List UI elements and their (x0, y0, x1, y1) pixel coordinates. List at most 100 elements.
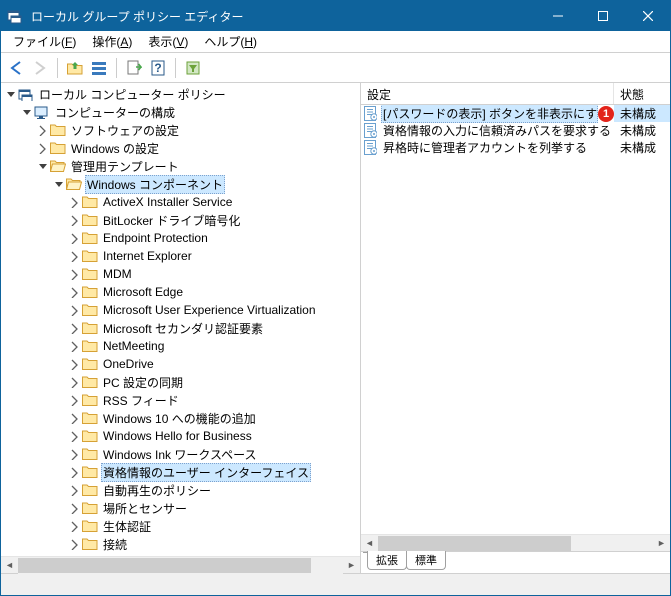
tree-item-10[interactable]: PC 設定の同期 (1, 373, 360, 391)
closed-icon (82, 357, 98, 371)
expand-icon[interactable] (67, 231, 82, 246)
expand-icon[interactable] (67, 393, 82, 408)
toolbar (1, 53, 670, 83)
expand-icon[interactable] (67, 375, 82, 390)
collapse-icon[interactable] (51, 177, 66, 192)
menu-file[interactable]: ファイル(F) (5, 31, 84, 52)
tree-label: MDM (101, 267, 134, 281)
tree-item-8[interactable]: NetMeeting (1, 337, 360, 355)
expand-icon[interactable] (67, 213, 82, 228)
list-mode-button[interactable] (88, 57, 110, 79)
closed-icon (82, 537, 98, 551)
tree-label: Microsoft Edge (101, 285, 185, 299)
menu-help[interactable]: ヘルプ(H) (196, 31, 265, 52)
forward-button[interactable] (29, 57, 51, 79)
expand-icon[interactable] (67, 501, 82, 516)
collapse-icon[interactable] (19, 105, 34, 120)
menubar: ファイル(F) 操作(A) 表示(V) ヘルプ(H) (1, 31, 670, 53)
tree-item-12[interactable]: Windows 10 への機能の追加 (1, 409, 360, 427)
policy-row-0[interactable]: [パスワードの表示] ボタンを非表示にする1未構成 (361, 105, 670, 122)
tree-label: ソフトウェアの設定 (69, 122, 181, 139)
closed-icon (82, 429, 98, 443)
maximize-button[interactable] (580, 1, 625, 31)
closed-icon (82, 393, 98, 407)
policy-row-state: 未構成 (614, 105, 670, 122)
expand-icon[interactable] (67, 447, 82, 462)
expand-icon[interactable] (67, 537, 82, 552)
expand-icon[interactable] (67, 303, 82, 318)
tree-label: 接続 (101, 536, 129, 553)
back-button[interactable] (5, 57, 27, 79)
tree-item-2[interactable]: Endpoint Protection (1, 229, 360, 247)
menu-action[interactable]: 操作(A) (84, 31, 140, 52)
export-button[interactable] (123, 57, 145, 79)
tree-item-17[interactable]: 場所とセンサー (1, 499, 360, 517)
list-header: 設定 状態 (361, 83, 670, 105)
expand-icon[interactable] (67, 321, 82, 336)
expand-icon[interactable] (67, 249, 82, 264)
tree-item-7[interactable]: Microsoft セカンダリ認証要素 (1, 319, 360, 337)
policy-row-text: 昇格時に管理者アカウントを列挙する (381, 139, 614, 156)
close-button[interactable] (625, 1, 670, 31)
expand-icon[interactable] (67, 357, 82, 372)
menu-view[interactable]: 表示(V) (140, 31, 196, 52)
expand-icon[interactable] (67, 411, 82, 426)
minimize-button[interactable] (535, 1, 580, 31)
tree-root[interactable]: ローカル コンピューター ポリシー (1, 85, 360, 103)
column-setting[interactable]: 設定 (361, 83, 614, 104)
tree-item-11[interactable]: RSS フィード (1, 391, 360, 409)
tree-item-19[interactable]: 接続 (1, 535, 360, 553)
collapse-icon[interactable] (3, 87, 18, 102)
up-level-button[interactable] (64, 57, 86, 79)
tree-item-1[interactable]: BitLocker ドライブ暗号化 (1, 211, 360, 229)
tree-admin-templates[interactable]: 管理用テンプレート (1, 157, 360, 175)
tab-extended[interactable]: 拡張 (367, 551, 407, 570)
column-state[interactable]: 状態 (614, 83, 670, 104)
filter-button[interactable] (182, 57, 204, 79)
policy-list[interactable]: [パスワードの表示] ボタンを非表示にする1未構成資格情報の入力に信頼済みパスを… (361, 105, 670, 534)
expand-icon[interactable] (67, 519, 82, 534)
tree-label: PC 設定の同期 (101, 374, 185, 391)
expand-icon[interactable] (35, 123, 50, 138)
expand-icon[interactable] (67, 465, 82, 480)
policy-row-2[interactable]: 昇格時に管理者アカウントを列挙する未構成 (361, 139, 670, 156)
tree-label: 生体認証 (101, 518, 153, 535)
tree-item-6[interactable]: Microsoft User Experience Virtualization (1, 301, 360, 319)
expand-icon[interactable] (67, 267, 82, 282)
policy-row-1[interactable]: 資格情報の入力に信頼済みパスを要求する未構成 (361, 122, 670, 139)
expand-icon[interactable] (67, 285, 82, 300)
expand-icon[interactable] (67, 195, 82, 210)
closed-icon (82, 267, 98, 281)
tree-item-9[interactable]: OneDrive (1, 355, 360, 373)
tree-label: ActiveX Installer Service (101, 195, 234, 209)
expand-icon[interactable] (35, 141, 50, 156)
tree-item-16[interactable]: 自動再生のポリシー (1, 481, 360, 499)
tree-item-18[interactable]: 生体認証 (1, 517, 360, 535)
tree-item-15[interactable]: 資格情報のユーザー インターフェイス (1, 463, 360, 481)
policy-row-state: 未構成 (614, 139, 670, 156)
tree-view[interactable]: ローカル コンピューター ポリシーコンピューターの構成ソフトウェアの設定Wind… (1, 83, 360, 556)
closed-icon (82, 375, 98, 389)
tree-item-0[interactable]: ActiveX Installer Service (1, 193, 360, 211)
tree-item-4[interactable]: MDM (1, 265, 360, 283)
expand-icon[interactable] (67, 339, 82, 354)
expand-icon[interactable] (67, 429, 82, 444)
right-h-scrollbar[interactable]: ◄ ► (361, 534, 670, 551)
closed-icon (82, 339, 98, 353)
tree-item-14[interactable]: Windows Ink ワークスペース (1, 445, 360, 463)
tab-standard[interactable]: 標準 (406, 551, 446, 570)
tree-windows-components[interactable]: Windows コンポーネント (1, 175, 360, 193)
tree-software-settings[interactable]: ソフトウェアの設定 (1, 121, 360, 139)
tree-label: Windows コンポーネント (85, 175, 225, 194)
expand-icon[interactable] (67, 483, 82, 498)
left-h-scrollbar[interactable]: ◄ ► (1, 556, 360, 573)
tree-item-3[interactable]: Internet Explorer (1, 247, 360, 265)
tree-item-5[interactable]: Microsoft Edge (1, 283, 360, 301)
collapse-icon[interactable] (35, 159, 50, 174)
tree-computer-config[interactable]: コンピューターの構成 (1, 103, 360, 121)
help-button[interactable] (147, 57, 169, 79)
comp-icon (34, 105, 50, 119)
tree-label: 管理用テンプレート (69, 158, 181, 175)
tree-windows-settings[interactable]: Windows の設定 (1, 139, 360, 157)
tree-item-13[interactable]: Windows Hello for Business (1, 427, 360, 445)
